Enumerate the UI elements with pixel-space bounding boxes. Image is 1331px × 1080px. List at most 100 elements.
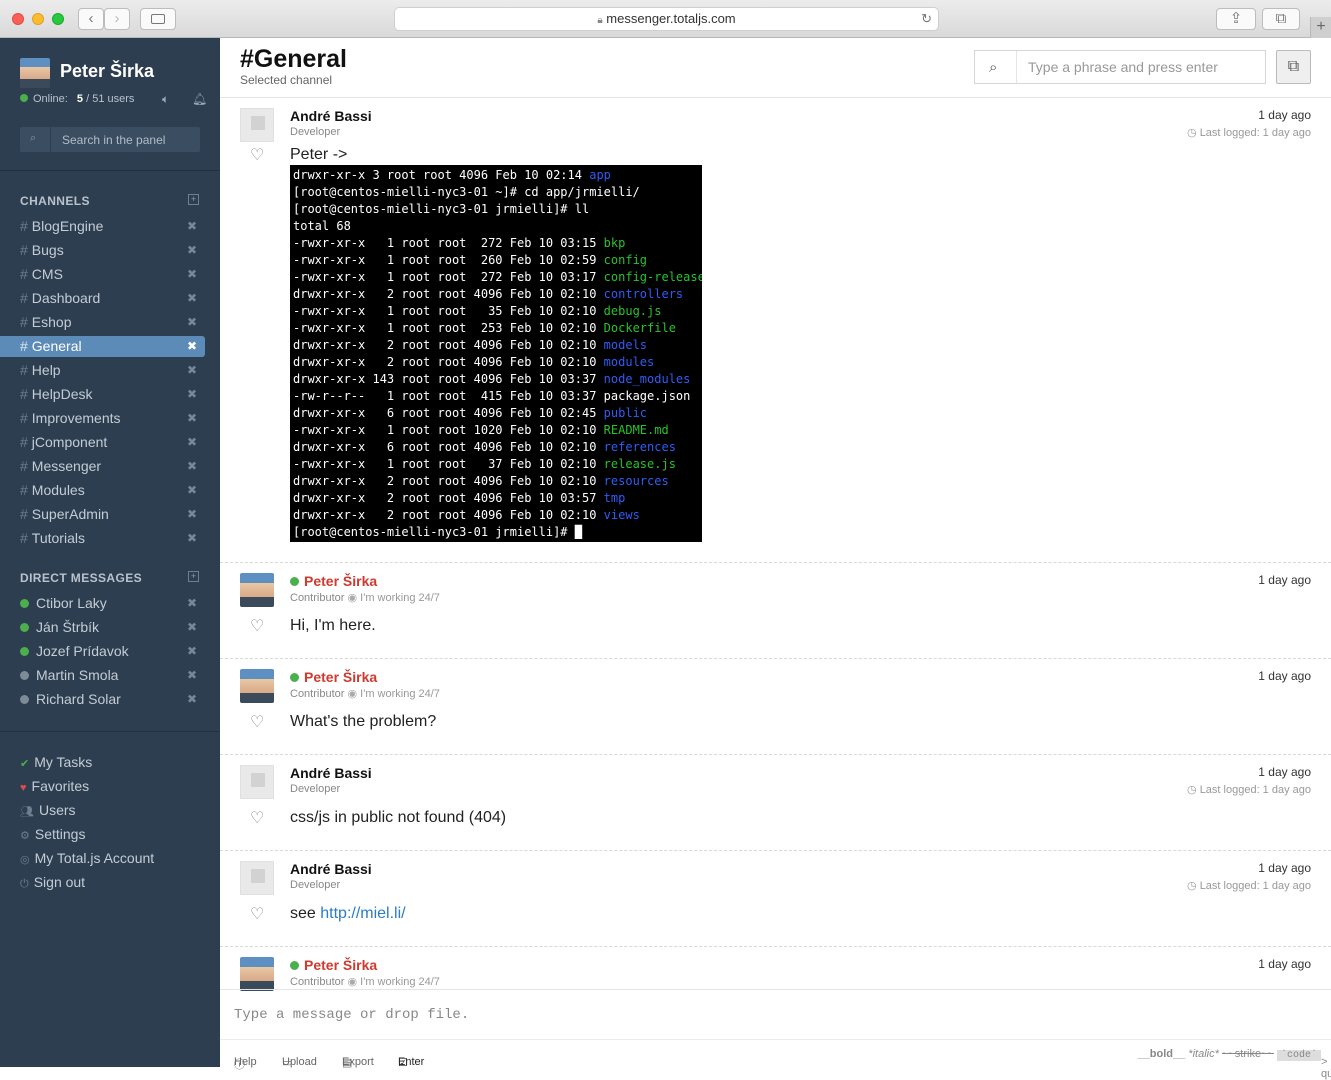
message-time: 1 day ago — [1258, 108, 1311, 122]
sidebar-item-channel[interactable]: # jComponent ✖ — [0, 432, 205, 453]
close-icon[interactable]: ✖ — [187, 689, 197, 710]
sound-icon[interactable]: 🔈︎ — [162, 92, 169, 107]
close-icon[interactable]: ✖ — [187, 641, 197, 662]
account-icon: ◎ — [20, 854, 30, 866]
sidebar-toggle-button[interactable] — [140, 8, 176, 30]
close-icon[interactable]: ✖ — [187, 665, 197, 686]
close-icon[interactable]: ✖ — [187, 264, 197, 285]
sidebar-item-channel[interactable]: # SuperAdmin ✖ — [0, 504, 205, 525]
maximize-window-button[interactable] — [52, 13, 64, 25]
terminal-line: drwxr-xr-x 6 root root 4096 Feb 10 02:45… — [293, 406, 648, 420]
channel-label: SuperAdmin — [31, 506, 109, 522]
message-search[interactable]: ⌕ Type a phrase and press enter — [974, 50, 1266, 84]
sidebar-menu-item[interactable]: ⏻ Sign out — [0, 872, 205, 893]
sidebar-item-channel[interactable]: # Eshop ✖ — [0, 312, 205, 333]
author-name[interactable]: André Bassi — [290, 108, 372, 124]
like-heart-icon[interactable]: ♡ — [250, 616, 264, 636]
close-icon[interactable]: ✖ — [187, 504, 197, 525]
sidebar-menu-item[interactable]: ◎ My Total.js Account — [0, 848, 205, 869]
message-search-input[interactable]: Type a phrase and press enter — [1028, 59, 1218, 75]
format-hints: __bold__ *italic* ~~strike~~ `code` > qu… — [1138, 1048, 1331, 1080]
close-icon[interactable]: ✖ — [187, 456, 197, 477]
panel-search-input[interactable]: Search in the panel — [62, 133, 165, 147]
sidebar-item-channel[interactable]: # Messenger ✖ — [0, 456, 205, 477]
presence-dot — [20, 695, 29, 704]
sidebar-item-direct-message[interactable]: Ctibor Laky ✖ — [0, 593, 205, 614]
close-icon[interactable]: ✖ — [187, 240, 197, 261]
like-heart-icon[interactable]: ♡ — [250, 808, 264, 828]
sidebar-item-direct-message[interactable]: Ján Štrbík ✖ — [0, 617, 205, 638]
add-channel-icon[interactable]: + — [188, 194, 199, 205]
close-icon[interactable]: ✖ — [187, 312, 197, 333]
close-icon[interactable]: ✖ — [187, 384, 197, 405]
clock-icon: ◷ — [1187, 880, 1200, 892]
lock-icon: 🔒︎ — [597, 15, 603, 26]
sidebar-item-channel[interactable]: # BlogEngine ✖ — [0, 216, 205, 237]
sidebar-item-channel[interactable]: # Help ✖ — [0, 360, 205, 381]
terminal-line: -rwxr-xr-x 1 root root 37 Feb 10 02:10 r… — [293, 457, 676, 471]
message-link[interactable]: http://miel.li/ — [320, 905, 405, 922]
sidebar-item-channel[interactable]: # CMS ✖ — [0, 264, 205, 285]
sidebar-item-direct-message[interactable]: Richard Solar ✖ — [0, 689, 205, 710]
sidebar-menu-item[interactable]: ⚙ Settings — [0, 824, 205, 845]
share-button[interactable]: ⇪ — [1216, 8, 1256, 30]
channel-label: Messenger — [31, 458, 102, 474]
sidebar-item-channel[interactable]: # Modules ✖ — [0, 480, 205, 501]
sidebar-item-channel[interactable]: # HelpDesk ✖ — [0, 384, 205, 405]
sidebar-item-direct-message[interactable]: Martin Smola ✖ — [0, 665, 205, 686]
terminal-line: -rwxr-xr-x 1 root root 272 Feb 10 03:17 … — [293, 270, 702, 284]
notifications-bell-icon[interactable]: 🔔︎ — [192, 92, 207, 106]
author-name[interactable]: Peter Širka — [290, 669, 377, 685]
new-tab-button[interactable]: + — [1310, 17, 1331, 38]
close-icon[interactable]: ✖ — [187, 617, 197, 638]
close-icon[interactable]: ✖ — [187, 432, 197, 453]
back-button[interactable]: ‹ — [78, 8, 104, 30]
hash-icon: # — [20, 434, 28, 450]
author-name[interactable]: Peter Širka — [290, 573, 377, 589]
close-icon[interactable]: ✖ — [187, 593, 197, 614]
minimize-window-button[interactable] — [32, 13, 44, 25]
message-item: André Bassi Developer 1 day ago ◷ Last logg… — [220, 755, 1331, 851]
menu-label: Settings — [34, 826, 86, 842]
author-name[interactable]: André Bassi — [290, 765, 372, 781]
forward-button[interactable]: › — [104, 8, 130, 30]
sidebar-item-channel[interactable]: # Dashboard ✖ — [0, 288, 205, 309]
add-direct-message-icon[interactable]: + — [188, 571, 199, 582]
terminal-line: drwxr-xr-x 6 root root 4096 Feb 10 02:10… — [293, 440, 676, 454]
like-heart-icon[interactable]: ♡ — [250, 712, 264, 732]
copy-button[interactable]: ⧉ — [1276, 50, 1311, 84]
sidebar-menu-item[interactable]: ♥ Favorites — [0, 776, 205, 797]
close-icon[interactable]: ✖ — [187, 336, 197, 357]
message-item: André Bassi Developer 1 day ago ◷ Last logg… — [220, 851, 1331, 947]
reload-icon[interactable]: ↻ — [921, 8, 932, 30]
sidebar-menu-item[interactable]: ✔ My Tasks — [0, 752, 205, 773]
clipboard-icon: ⧉ — [1287, 58, 1300, 75]
close-icon[interactable]: ✖ — [187, 288, 197, 309]
sidebar-icon — [151, 14, 165, 24]
panel-search[interactable]: ⌕ Search in the panel — [20, 127, 200, 152]
close-icon[interactable]: ✖ — [187, 480, 197, 501]
like-heart-icon[interactable]: ♡ — [250, 904, 264, 924]
sidebar-item-direct-message[interactable]: Jozef Prídavok ✖ — [0, 641, 205, 662]
user-status-icon: ◉ — [347, 976, 358, 988]
channel-label: CMS — [31, 266, 63, 282]
terminal-line: [root@centos-mielli-nyc3-01 jrmielli]# l… — [293, 202, 590, 216]
sidebar-item-channel[interactable]: # Tutorials ✖ — [0, 528, 205, 549]
close-icon[interactable]: ✖ — [187, 408, 197, 429]
sidebar-item-channel[interactable]: # Bugs ✖ — [0, 240, 205, 261]
close-icon[interactable]: ✖ — [187, 528, 197, 549]
channel-label: Improvements — [31, 410, 121, 426]
sidebar-menu-item[interactable]: 👥︎ Users — [0, 800, 205, 821]
close-icon[interactable]: ✖ — [187, 216, 197, 237]
like-heart-icon[interactable]: ♡ — [250, 145, 264, 165]
author-name[interactable]: Peter Širka — [290, 957, 377, 973]
sidebar-item-channel[interactable]: # General ✖ — [0, 336, 205, 357]
close-icon[interactable]: ✖ — [187, 360, 197, 381]
sidebar-item-channel[interactable]: # Improvements ✖ — [0, 408, 205, 429]
author-name[interactable]: André Bassi — [290, 861, 372, 877]
message-text: Hi, I'm here. — [290, 617, 376, 634]
address-bar[interactable]: 🔒︎ messenger.totaljs.com ↻ — [394, 7, 939, 31]
message-input[interactable]: Type a message or drop file. — [220, 989, 1331, 1039]
close-window-button[interactable] — [12, 13, 24, 25]
tabs-overview-button[interactable]: ⧉ — [1262, 8, 1300, 30]
